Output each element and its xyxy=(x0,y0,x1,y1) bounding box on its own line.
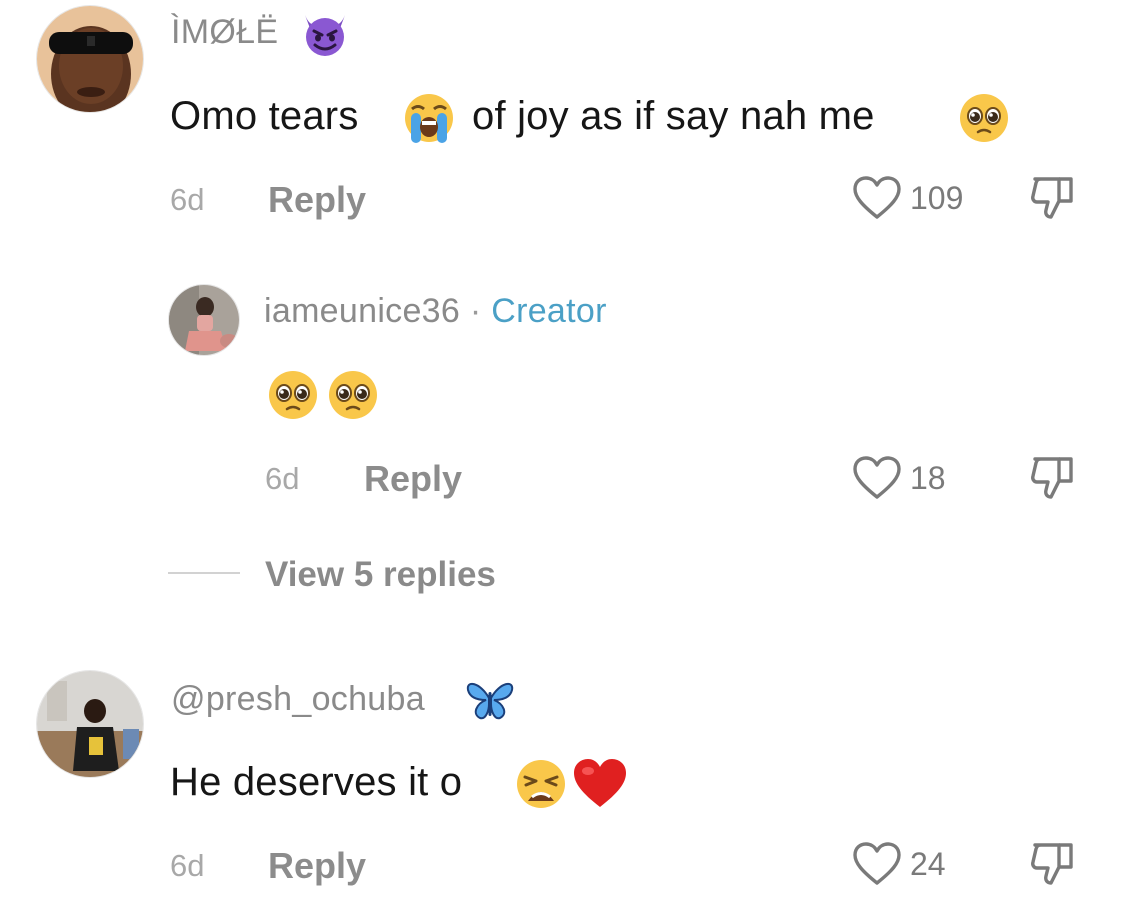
weary-face-emoji-icon xyxy=(514,757,568,811)
dislike-icon[interactable] xyxy=(1029,841,1077,887)
username-text[interactable]: iameunice36 xyxy=(264,292,460,330)
smiling-devil-emoji-icon xyxy=(299,11,351,57)
reply-button[interactable]: Reply xyxy=(268,848,366,884)
comment-text-part: Omo tears xyxy=(170,94,359,138)
like-count: 24 xyxy=(910,846,946,882)
dislike-icon[interactable] xyxy=(1029,455,1077,501)
comment-text: of joy as if say nah me xyxy=(472,96,875,136)
like-count: 18 xyxy=(910,460,946,496)
butterfly-emoji-icon xyxy=(464,678,516,722)
red-heart-emoji-icon xyxy=(572,757,628,809)
username-text[interactable]: ÌMØŁË xyxy=(171,13,278,51)
avatar[interactable] xyxy=(36,670,144,778)
pleading-face-emoji-icon xyxy=(957,91,1011,145)
comment-username[interactable]: @presh_ochuba xyxy=(171,682,425,716)
comment-text: He deserves it o xyxy=(170,760,463,804)
comment-text-part: of joy as if say nah me xyxy=(472,94,875,138)
reply-button[interactable]: Reply xyxy=(364,461,462,497)
username-text[interactable]: @presh_ochuba xyxy=(171,680,425,718)
heart-icon[interactable] xyxy=(852,455,902,501)
heart-icon[interactable] xyxy=(852,841,902,887)
comment-time: 6d xyxy=(265,461,300,496)
pleading-face-emoji-icon xyxy=(266,368,320,422)
loudly-crying-face-emoji-icon xyxy=(402,91,456,145)
comment-text: Omo tears xyxy=(170,96,359,136)
reply-username-row: iameunice36 · Creator xyxy=(264,294,607,328)
view-replies-divider xyxy=(168,572,240,574)
heart-icon[interactable] xyxy=(852,175,902,221)
pleading-face-emoji-icon xyxy=(326,368,380,422)
like-count: 109 xyxy=(910,180,964,216)
reply-button[interactable]: Reply xyxy=(268,182,366,218)
dislike-icon[interactable] xyxy=(1029,175,1077,221)
comment-time: 6d xyxy=(170,182,205,217)
avatar[interactable] xyxy=(168,284,240,356)
separator-dot: · xyxy=(469,292,482,330)
comment-time: 6d xyxy=(170,848,205,883)
view-replies-button[interactable]: View 5 replies xyxy=(265,557,496,592)
creator-badge: Creator xyxy=(491,292,607,330)
avatar[interactable] xyxy=(36,5,144,113)
comment-username[interactable]: ÌMØŁË xyxy=(171,15,278,49)
